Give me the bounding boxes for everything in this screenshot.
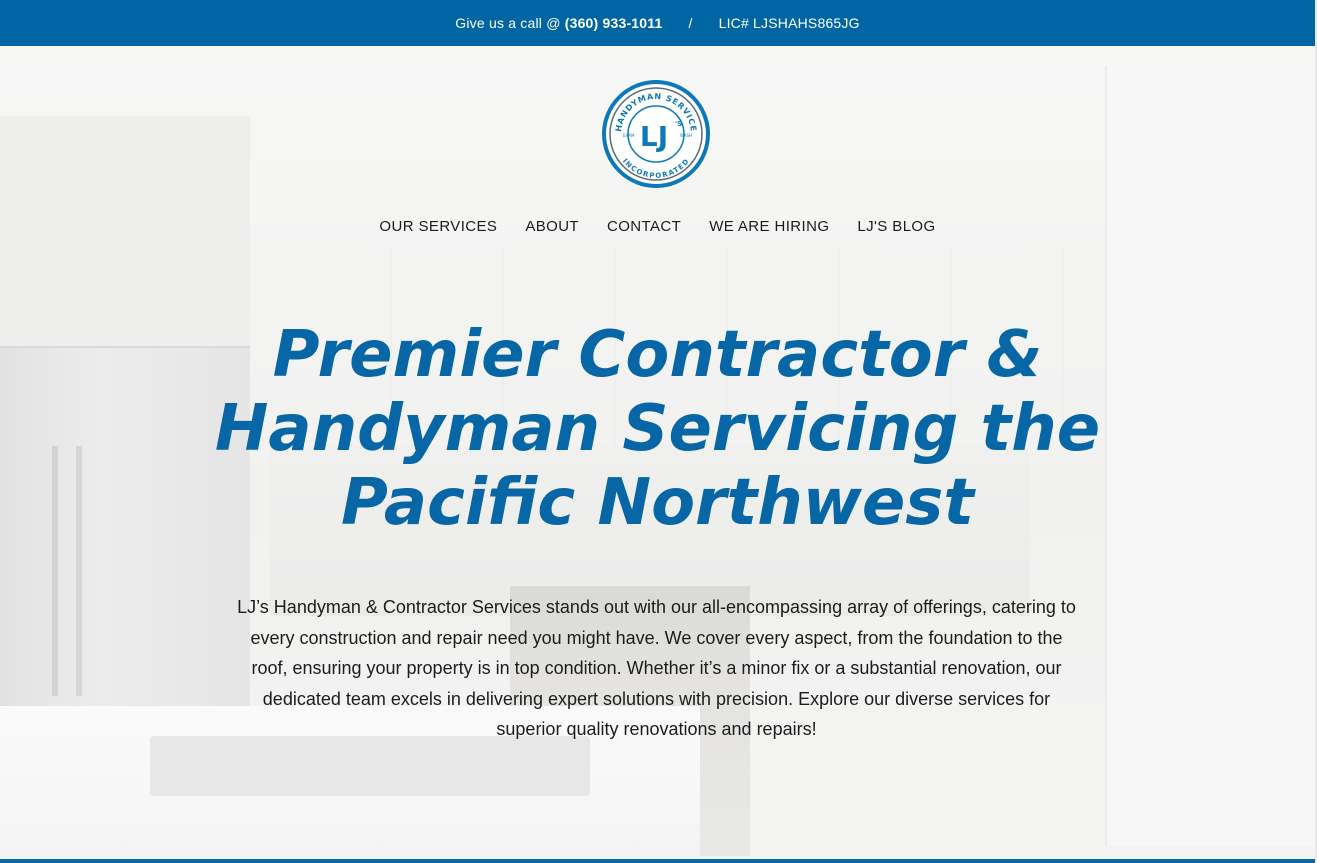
hero-section: HANDYMAN SERVICE INCORPORATED EXAM WASH … xyxy=(0,46,1315,859)
call-prefix-text: Give us a call @ xyxy=(455,15,561,31)
separator: / xyxy=(688,15,693,31)
lj-handyman-logo[interactable]: HANDYMAN SERVICE INCORPORATED EXAM WASH … xyxy=(601,79,711,189)
nav-item-we-are-hiring[interactable]: WE ARE HIRING xyxy=(709,218,829,235)
nav-item-about[interactable]: ABOUT xyxy=(525,218,579,235)
logo-monogram-suffix: 'S xyxy=(675,120,682,128)
background-fridge-handle xyxy=(76,446,82,696)
logo-small-right: WASH xyxy=(680,133,692,138)
background-sink xyxy=(150,736,590,796)
nav-item-contact[interactable]: CONTACT xyxy=(607,218,681,235)
hero-headline: Premier Contractor & Handyman Servicing … xyxy=(214,318,1101,540)
top-contact-bar: Give us a call @ (360) 933-1011 / LIC# L… xyxy=(0,0,1315,46)
section-divider xyxy=(0,859,1315,863)
nav-item-our-services[interactable]: OUR SERVICES xyxy=(379,218,497,235)
logo-monogram: LJ xyxy=(640,120,668,153)
nav-item-ljs-blog[interactable]: LJ'S BLOG xyxy=(857,218,935,235)
background-fridge-handle xyxy=(52,446,58,696)
license-number: LIC# LJSHAHS865JG xyxy=(718,15,860,31)
hero-intro-text: LJ’s Handyman & Contractor Services stan… xyxy=(237,597,1076,740)
logo-small-left: EXAM xyxy=(623,133,635,138)
phone-link[interactable]: (360) 933-1011 xyxy=(565,15,663,31)
main-nav: OUR SERVICES ABOUT CONTACT WE ARE HIRING… xyxy=(0,218,1315,235)
